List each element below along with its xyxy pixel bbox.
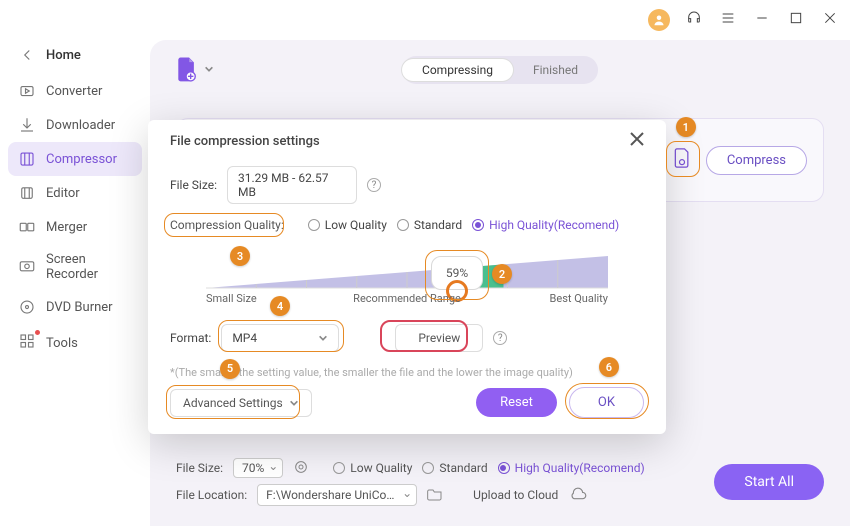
slider-label-left: Small Size [206, 292, 257, 305]
tab-compressing[interactable]: Compressing [402, 59, 513, 81]
upload-label: Upload to Cloud [473, 488, 558, 502]
preview-button[interactable]: Preview [395, 324, 483, 352]
sidebar-item-screen-recorder[interactable]: Screen Recorder [8, 244, 142, 290]
sidebar-item-merger[interactable]: Merger [8, 210, 142, 244]
file-settings-button[interactable] [672, 158, 692, 173]
compression-settings-modal: File compression settings File Size: 31.… [148, 120, 666, 434]
menu-icon[interactable] [718, 8, 738, 32]
hint-text: *(The smaller the setting value, the sma… [170, 366, 644, 379]
slider-label-mid: Recommended Range [353, 292, 461, 305]
reset-button[interactable]: Reset [476, 388, 557, 417]
sidebar-item-tools[interactable]: Tools [8, 324, 142, 362]
advanced-settings-button[interactable]: Advanced Settings [170, 389, 312, 417]
modal-file-size-field[interactable]: 31.29 MB - 62.57 MB [227, 166, 357, 204]
sidebar-item-label: Tools [46, 336, 78, 351]
file-size-label: File Size: [176, 461, 223, 475]
avatar[interactable] [648, 9, 670, 31]
modal-file-size-label: File Size: [170, 178, 217, 192]
radio-high-quality[interactable]: High Quality(Recomend) [498, 461, 645, 475]
sidebar-item-converter[interactable]: Converter [8, 74, 142, 108]
quality-slider[interactable]: 59% 2 3 Small Size Recommended Range Bes… [170, 248, 644, 302]
help-icon[interactable]: ? [367, 178, 381, 192]
sidebar: Home Converter Downloader Compressor Edi… [0, 40, 150, 526]
titlebar [0, 0, 850, 40]
marker-1: 1 [676, 117, 696, 137]
format-select[interactable]: MP4 [221, 324, 339, 352]
tab-finished[interactable]: Finished [513, 59, 598, 81]
marker-4: 4 [270, 296, 290, 316]
slider-label-right: Best Quality [550, 292, 608, 305]
sidebar-item-label: Compressor [46, 152, 117, 167]
modal-close-icon[interactable] [630, 132, 644, 150]
sidebar-item-dvd-burner[interactable]: DVD Burner [8, 290, 142, 324]
marker-5: 5 [220, 359, 240, 379]
modal-radio-high[interactable]: High Quality(Recomend) [472, 218, 619, 232]
marker-2: 2 [492, 264, 512, 284]
radio-standard[interactable]: Standard [422, 461, 487, 475]
home-label: Home [46, 48, 81, 63]
headset-icon[interactable] [684, 8, 704, 32]
start-all-button[interactable]: Start All [714, 464, 824, 500]
file-size-select[interactable]: 70% [233, 458, 283, 478]
home-button[interactable]: Home [8, 40, 142, 70]
bottom-bar: File Size: 70% Low Quality Standard High… [176, 458, 824, 512]
sidebar-item-editor[interactable]: Editor [8, 176, 142, 210]
format-label: Format: [170, 331, 211, 345]
sidebar-item-compressor[interactable]: Compressor [8, 142, 142, 176]
target-icon[interactable] [293, 459, 309, 478]
sidebar-item-label: DVD Burner [46, 300, 113, 315]
modal-radio-standard[interactable]: Standard [397, 218, 462, 232]
status-tabs: Compressing Finished [402, 56, 598, 84]
cloud-icon[interactable] [568, 487, 588, 504]
sidebar-item-label: Screen Recorder [46, 252, 132, 282]
maximize-button[interactable] [786, 8, 806, 32]
compress-button[interactable]: Compress [706, 146, 807, 175]
sidebar-item-downloader[interactable]: Downloader [8, 108, 142, 142]
compression-quality-label: Compression Quality: [170, 218, 284, 232]
sidebar-item-label: Editor [46, 186, 80, 201]
marker-3: 3 [230, 246, 250, 266]
file-location-label: File Location: [176, 488, 247, 502]
marker-6: 6 [599, 357, 619, 377]
preview-help-icon[interactable]: ? [493, 331, 507, 345]
ok-button[interactable]: OK [569, 387, 644, 418]
close-button[interactable] [820, 8, 840, 32]
folder-icon[interactable] [427, 487, 443, 504]
file-location-field[interactable]: F:\Wondershare UniConverter 1 [257, 484, 417, 506]
modal-radio-low[interactable]: Low Quality [308, 218, 387, 232]
radio-low-quality[interactable]: Low Quality [333, 461, 412, 475]
sidebar-item-label: Converter [46, 84, 102, 99]
modal-title: File compression settings [170, 134, 320, 149]
minimize-button[interactable] [752, 8, 772, 32]
sidebar-item-label: Downloader [46, 118, 115, 133]
sidebar-item-label: Merger [46, 220, 87, 235]
